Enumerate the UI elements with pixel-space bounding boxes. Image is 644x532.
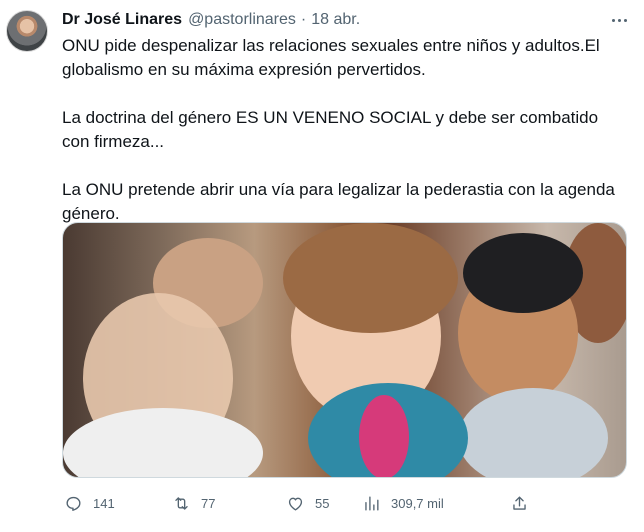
- tweet-paragraph: La ONU pretende abrir una vía para legal…: [62, 180, 615, 223]
- author-name[interactable]: Dr José Linares: [62, 11, 182, 29]
- tweet-date[interactable]: 18 abr.: [311, 11, 360, 29]
- avatar[interactable]: [6, 10, 48, 52]
- like-icon: [288, 497, 303, 511]
- views-button[interactable]: 309,7 mil: [362, 490, 444, 516]
- retweet-icon: [175, 496, 188, 510]
- tweet-header: Dr José Linares @pastorlinares · 18 abr.: [62, 9, 624, 31]
- like-button[interactable]: 55: [286, 490, 329, 516]
- photo-region: [463, 233, 583, 313]
- reply-icon: [66, 496, 81, 511]
- views-count: 309,7 mil: [391, 495, 444, 511]
- photo-region: [359, 395, 409, 477]
- separator-dot: ·: [300, 11, 307, 28]
- more-icon[interactable]: [608, 10, 630, 30]
- tweet-actions: 141 77 55 309,7 mil: [62, 490, 632, 516]
- author-handle[interactable]: @pastorlinares: [188, 11, 296, 29]
- like-count: 55: [315, 495, 330, 511]
- tweet-card[interactable]: Dr José Linares @pastorlinares · 18 abr.…: [0, 0, 644, 532]
- photo-region: [283, 223, 458, 333]
- tweet-text: ONU pide despenalizar las relaciones sex…: [62, 34, 630, 226]
- reply-count: 141: [93, 495, 115, 511]
- views-icon: [365, 495, 379, 511]
- retweet-button[interactable]: 77: [172, 490, 215, 516]
- reply-button[interactable]: 141: [64, 490, 115, 516]
- tweet-paragraph: ONU pide despenalizar las relaciones sex…: [62, 36, 600, 79]
- share-button[interactable]: [510, 490, 529, 516]
- tweet-paragraph: La doctrina del género ES UN VENENO SOCI…: [62, 108, 599, 151]
- tweet-photo[interactable]: [62, 222, 627, 478]
- share-icon: [513, 495, 526, 510]
- photo-region: [458, 388, 608, 477]
- retweet-count: 77: [201, 495, 216, 511]
